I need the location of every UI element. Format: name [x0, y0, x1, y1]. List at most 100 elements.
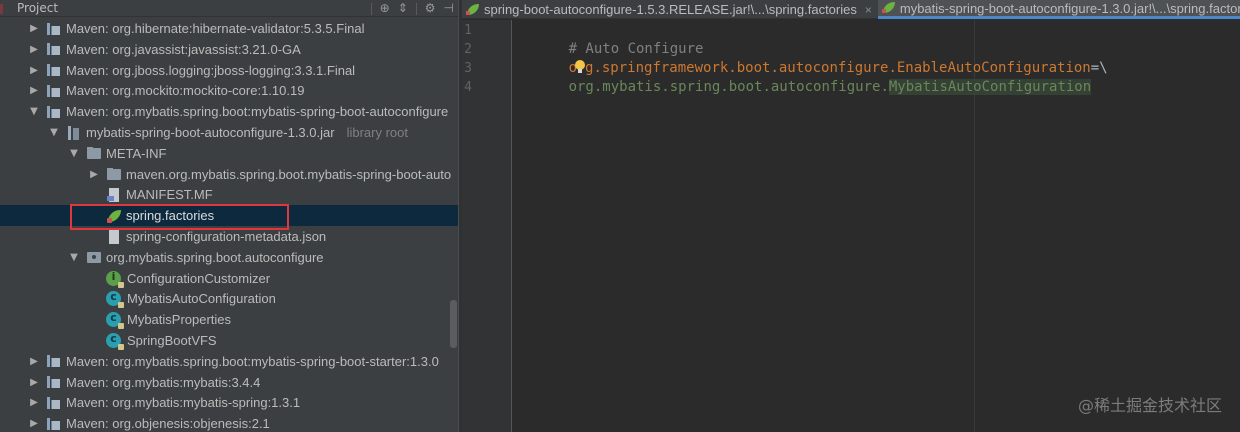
lock-icon — [118, 323, 124, 330]
lock-icon — [118, 302, 124, 309]
tree-row[interactable]: ▶MybatisAutoConfiguration — [0, 288, 458, 309]
tree-row[interactable]: ▶ Maven: org.jboss.logging:jboss-logging:… — [0, 60, 458, 81]
tree-row-label: META-INF — [106, 145, 167, 161]
tree-row-label: ConfigurationCustomizer — [127, 270, 271, 286]
expand-arrow-icon[interactable]: ▼ — [68, 148, 80, 159]
library-icon — [46, 22, 62, 36]
collapse-arrow-icon[interactable]: ▶ — [28, 397, 40, 408]
editor-tab-bar: spring-boot-autoconfigure-1.5.3.RELEASE.… — [462, 0, 1240, 19]
tree-row-label: Maven: org.objenesis:objenesis:2.1 — [66, 416, 270, 432]
collapse-arrow-icon[interactable]: ▶ — [28, 418, 40, 429]
tree-row[interactable]: ▼ mybatis-spring-boot-autoconfigure-1.3.0… — [0, 122, 458, 143]
code-line-3[interactable]: org.mybatis.spring.boot.autoconfigure.My… — [518, 59, 1092, 95]
target-icon[interactable]: ⊕ — [380, 0, 390, 17]
tab-label: spring-boot-autoconfigure-1.5.3.RELEASE.… — [484, 2, 857, 17]
lock-icon — [118, 344, 124, 350]
tree-row[interactable]: ▶ maven.org.mybatis.spring.boot.mybatis-s… — [0, 164, 458, 185]
tree-row-label: Maven: org.javassist:javassist:3.21.0-GA — [66, 41, 301, 57]
tree-row[interactable]: ▶MybatisProperties — [0, 309, 458, 330]
tree-row[interactable]: ▼ Maven: org.mybatis.spring.boot:mybatis-… — [0, 101, 458, 122]
tree-row[interactable]: ▼ META-INF — [0, 143, 458, 164]
tree-row[interactable]: ▼ org.mybatis.spring.boot.autoconfigure — [0, 247, 458, 268]
editor-pane: spring-boot-autoconfigure-1.5.3.RELEASE.… — [462, 0, 1240, 432]
tree-row-label: org.mybatis.spring.boot.autoconfigure — [106, 249, 324, 265]
tree-row-label: Maven: org.mybatis.spring.boot:mybatis-s… — [66, 104, 449, 120]
library-icon — [46, 63, 62, 77]
expand-arrow-icon[interactable]: ▼ — [68, 252, 80, 263]
tree-row[interactable]: ▶ Maven: org.mybatis:mybatis:3.4.4 — [0, 372, 458, 393]
tree-row-label: MANIFEST.MF — [126, 187, 213, 203]
tree-row[interactable]: ▶ Maven: org.hibernate:hibernate-validato… — [0, 18, 458, 39]
project-title[interactable]: Project — [17, 1, 58, 15]
tree-row[interactable]: ▶ Maven: org.mybatis:mybatis-spring:1.3.1 — [0, 392, 458, 413]
library-root-tag: library root — [346, 125, 408, 140]
tree-row-label: spring-configuration-metadata.json — [126, 229, 327, 244]
tree-row-label: Maven: org.mybatis.spring.boot:mybatis-s… — [66, 353, 439, 369]
collapse-arrow-icon[interactable]: ▶ — [28, 377, 40, 388]
tree-row[interactable]: ▶MANIFEST.MF — [0, 184, 458, 205]
tree-row[interactable]: ▶ConfigurationCustomizer — [0, 268, 458, 289]
tree-row-label: spring.factories — [126, 208, 215, 224]
tree-row[interactable]: ▶SpringBootVFS — [0, 330, 458, 351]
expand-arrow-icon[interactable]: ▼ — [48, 127, 60, 138]
project-panel-header: Project ⊕ ⇕ ⚙ ⊣ — [0, 0, 458, 17]
class-icon — [106, 290, 124, 309]
class-icon — [106, 332, 124, 350]
interface-icon — [106, 270, 124, 288]
package-icon — [86, 250, 102, 264]
tree-row-label: Maven: org.mybatis:mybatis-spring:1.3.1 — [66, 395, 301, 411]
collapse-icon[interactable]: ⇕ — [398, 0, 408, 17]
tree-row-label: SpringBootVFS — [127, 333, 217, 348]
line-number: 4 — [464, 80, 472, 95]
divider — [370, 2, 372, 15]
tree-row-label: Maven: org.mybatis:mybatis:3.4.4 — [66, 374, 261, 390]
spring-factories-icon — [466, 3, 480, 16]
header-actions: ⊕ ⇕ ⚙ ⊣ — [370, 0, 454, 17]
tab-label: mybatis-spring-boot-autoconfigure-1.3.0.… — [899, 0, 1240, 16]
collapse-arrow-icon[interactable]: ▶ — [28, 23, 40, 34]
tree-row[interactable]: ▶ Maven: org.objenesis:objenesis:2.1 — [0, 413, 458, 432]
assignment-operator: =\ — [1090, 60, 1108, 76]
collapse-arrow-icon[interactable]: ▶ — [28, 85, 40, 96]
tree-scrollbar[interactable] — [450, 300, 457, 348]
property-value-highlight: MybatisAutoConfiguration — [888, 79, 1092, 95]
library-icon — [46, 42, 62, 56]
library-icon — [46, 354, 62, 368]
line-number-gutter: 1 2 3 4 — [462, 20, 512, 432]
gear-icon[interactable]: ⚙ — [425, 0, 436, 17]
library-icon — [46, 417, 62, 431]
manifest-file-icon — [106, 187, 122, 202]
tree-row[interactable]: ▶ Maven: org.javassist:javassist:3.21.0-G… — [0, 39, 458, 60]
tree-row[interactable]: ▶ Maven: org.mybatis.spring.boot:mybatis-… — [0, 351, 458, 372]
line-number: 2 — [464, 42, 472, 57]
library-icon — [46, 375, 62, 389]
tree-row[interactable]: ▶spring.factories — [0, 205, 458, 227]
close-icon[interactable]: × — [865, 3, 872, 17]
divider — [415, 2, 417, 15]
tree-row-label: MybatisProperties — [127, 312, 232, 328]
hide-icon[interactable]: ⊣ — [444, 0, 454, 17]
library-icon — [46, 396, 62, 410]
code-line-1[interactable]: # Auto Configure — [518, 21, 704, 57]
tab-spring-boot-factories[interactable]: spring-boot-autoconfigure-1.5.3.RELEASE.… — [462, 0, 878, 19]
collapse-arrow-icon[interactable]: ▶ — [88, 169, 100, 180]
tree-row[interactable]: ▶spring-configuration-metadata.json — [0, 226, 458, 247]
line-number: 3 — [464, 61, 472, 76]
collapse-arrow-icon[interactable]: ▶ — [28, 356, 40, 367]
expand-arrow-icon[interactable]: ▼ — [28, 106, 40, 117]
folder-icon — [106, 167, 122, 181]
code-line-2[interactable]: o g.springframework.boot.autoconfigure.En… — [518, 40, 1108, 76]
collapse-arrow-icon[interactable]: ▶ — [28, 65, 40, 76]
jar-icon — [66, 125, 82, 140]
edge-marker — [0, 4, 3, 14]
library-icon — [46, 105, 62, 119]
tree-row[interactable]: ▶ Maven: org.mockito:mockito-core:1.10.19 — [0, 80, 458, 101]
collapse-arrow-icon[interactable]: ▶ — [28, 44, 40, 55]
spring-factories-icon — [881, 2, 896, 14]
library-icon — [46, 84, 62, 98]
project-panel: Project ⊕ ⇕ ⚙ ⊣ ▶ Maven: org.hibernate:hi… — [0, 0, 458, 432]
watermark: @稀土掘金技术社区 — [1077, 396, 1222, 415]
tree-row-label: Maven: org.mockito:mockito-core:1.10.19 — [66, 83, 305, 99]
tree-row-label: Maven: org.jboss.logging:jboss-logging:3… — [66, 62, 356, 78]
tab-mybatis-factories[interactable]: mybatis-spring-boot-autoconfigure-1.3.0.… — [877, 0, 1240, 19]
